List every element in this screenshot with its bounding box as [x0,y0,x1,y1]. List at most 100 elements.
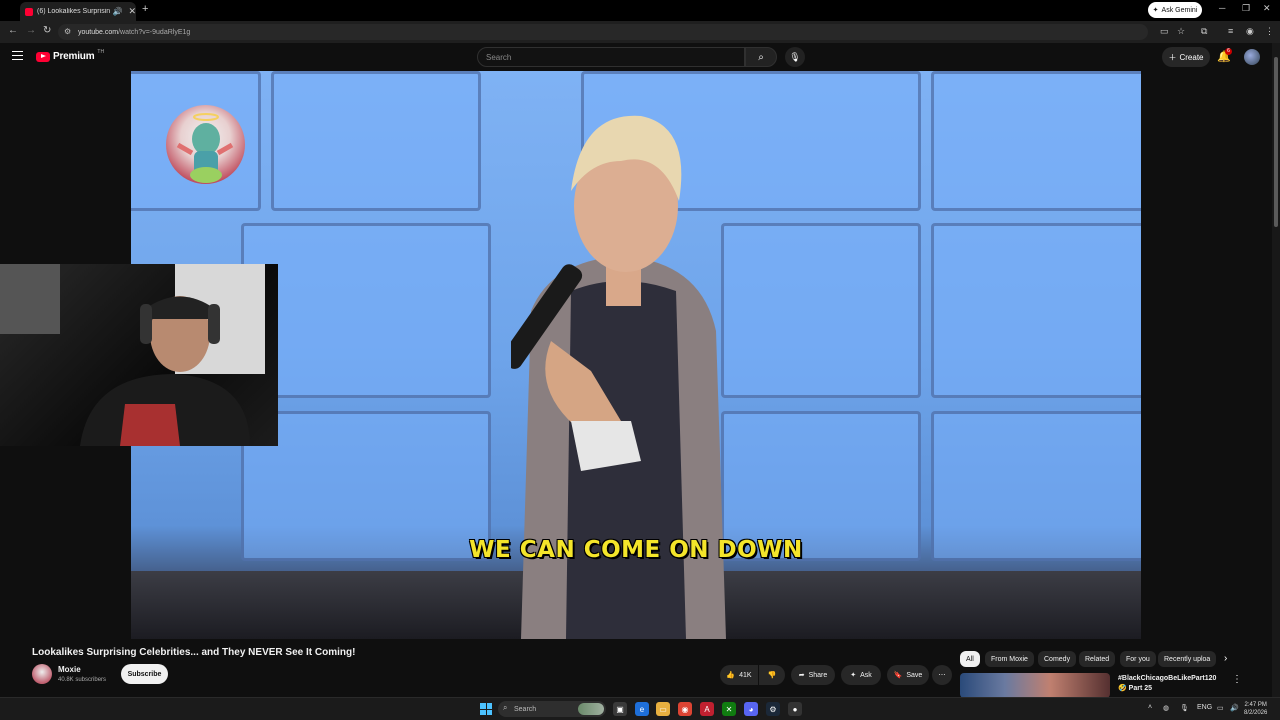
search-button[interactable]: ⌕ [745,47,777,67]
logo-region: TH [97,48,105,55]
ask-label: Ask [860,671,872,679]
reading-list-icon[interactable]: ≡ [1228,26,1233,36]
more-actions-button[interactable]: ⋯ [932,665,952,685]
stage-backdrop-panel [721,223,921,398]
xbox-icon[interactable]: ✕ [722,702,736,716]
network-icon[interactable]: ▭ [1217,704,1224,712]
reload-icon[interactable]: ↻ [43,25,51,36]
menu-icon[interactable] [12,51,23,60]
notification-badge: 6 [1225,48,1232,55]
youtube-favicon-icon [25,7,33,16]
stage-backdrop-panel [271,71,481,211]
chip-related[interactable]: Related [1079,651,1116,667]
url-path: /watch?v=-9udaRlyE1g [118,28,191,36]
minimize-icon[interactable]: ─ [1219,3,1225,13]
steam-icon[interactable]: ⚙ [766,702,780,716]
restore-icon[interactable]: ❐ [1242,3,1250,14]
video-player[interactable]: WE CAN COME ON DOWN [131,71,1141,639]
search-icon: ⌕ [758,51,764,63]
close-window-icon[interactable]: ✕ [1263,3,1271,14]
ask-gemini-label: Ask Gemini [1161,6,1198,14]
profile-icon[interactable]: ◉ [1246,26,1254,37]
close-tab-icon[interactable]: ✕ [128,6,136,17]
stage-backdrop-panel [931,71,1141,211]
channel-name[interactable]: Moxie [58,665,81,674]
back-icon[interactable]: ← [8,25,18,36]
chip-for-you[interactable]: For you [1120,651,1156,667]
search-highlight-icon [578,703,604,715]
speaker-icon[interactable]: 🔊 [112,7,122,16]
edge-icon[interactable]: e [635,702,649,716]
share-label: Share [808,671,828,679]
chip-recently-uploaded[interactable]: Recently uploa [1158,651,1216,667]
chip-comedy[interactable]: Comedy [1038,651,1077,667]
account-avatar[interactable] [1244,49,1260,65]
search-input[interactable]: Search [477,47,745,67]
streamer-figure [0,264,265,446]
clock-date: 8/2/2026 [1244,710,1268,716]
system-clock[interactable]: 2:47 PM 8/2/2026 [1244,701,1267,717]
task-view-icon[interactable]: ▣ [613,702,627,716]
bookmark-icon: 🔖 [893,672,903,679]
stage-backdrop-panel [241,223,491,398]
thumbs-down-icon: 👎 [767,672,777,679]
chip-from-moxie[interactable]: From Moxie [985,651,1034,667]
site-info-icon[interactable]: ⚙ [64,27,71,36]
like-button[interactable]: 👍 41K [720,665,758,685]
voice-search-button[interactable]: 🎙 [785,47,805,67]
stage-backdrop-panel [931,223,1141,398]
youtube-header: Premium TH Search ⌕ 🎙 ＋ Create 🔔 6 [0,43,1280,71]
browser-menu-icon[interactable]: ⋮ [1265,26,1274,37]
ask-gemini-button[interactable]: ✦ Ask Gemini [1148,2,1202,18]
tray-mic-icon[interactable]: 🎙 [1180,704,1189,712]
discord-icon[interactable]: ◕ [744,702,758,716]
subscribe-button[interactable]: Subscribe [121,664,168,684]
language-indicator[interactable]: ENG [1197,704,1212,711]
youtube-logo[interactable]: Premium TH [36,48,105,62]
extensions-icon[interactable]: ⧉ [1201,26,1207,37]
forward-icon[interactable]: → [26,25,36,36]
create-button[interactable]: ＋ Create [1162,47,1210,67]
microphone-icon: 🎙 [789,51,801,62]
search-icon: ⌕ [503,703,508,712]
gemini-sparkle-icon: ✦ [1152,7,1159,14]
like-count: 41K [739,671,752,679]
share-button[interactable]: ➦ Share [791,665,835,685]
page-scrollbar[interactable] [1272,43,1280,697]
tray-chevron-up-icon[interactable]: ˄ [1148,704,1152,711]
channel-avatar[interactable] [32,664,52,684]
address-toolbar: ← → ↻ ⚙ youtube.com/watch?v=-9udaRlyE1g … [0,21,1280,43]
taskbar-search-label: Search [514,705,537,713]
taskbar-search[interactable]: ⌕ Search [498,701,606,717]
windows-start-icon[interactable] [480,703,492,715]
browser-tab-bar: (6) Lookalikes Surprising Ce 🔊 ✕ + ✦ Ask… [0,0,1280,21]
obs-icon[interactable]: ● [788,702,802,716]
file-explorer-icon[interactable]: ▭ [656,702,670,716]
chip-all[interactable]: All [960,651,980,667]
save-button[interactable]: 🔖 Save [887,665,929,685]
new-tab-button[interactable]: + [142,3,148,15]
channel-watermark-avatar [166,105,245,184]
bookmark-star-icon[interactable]: ☆ [1177,26,1185,37]
more-vertical-icon[interactable]: ⋮ [1232,674,1242,685]
dislike-button[interactable]: 👎 [759,665,785,685]
webcam-overlay [0,264,278,446]
video-caption: WE CAN COME ON DOWN [469,537,803,563]
chrome-icon[interactable]: ◉ [678,702,692,716]
recommended-video-thumbnail[interactable] [960,673,1110,698]
youtube-play-icon [36,51,50,62]
url-bar[interactable]: ⚙ youtube.com/watch?v=-9udaRlyE1g [58,24,1148,40]
cast-icon[interactable]: ▭ [1160,26,1169,37]
create-label: Create [1179,52,1204,62]
scrollbar-thumb[interactable] [1274,57,1278,227]
app-a-icon[interactable]: A [700,702,714,716]
volume-icon[interactable]: 🔊 [1230,704,1239,712]
recommended-video-title[interactable]: #BlackChicagoBeLikePart120🤣 Part 25 [1118,674,1223,694]
tray-app-icon[interactable]: ◍ [1163,704,1169,712]
chevron-right-icon[interactable]: › [1224,653,1227,664]
video-title: Lookalikes Surprising Celebrities... and… [32,647,356,658]
windows-taskbar: ⌕ Search ▣ e ▭ ◉ A ✕ ◕ ⚙ ● ˄ ◍ 🎙 ENG ▭ 🔊… [0,697,1280,720]
more-horizontal-icon: ⋯ [938,672,946,679]
ask-button[interactable]: ✦ Ask [841,665,881,685]
browser-tab[interactable]: (6) Lookalikes Surprising Ce 🔊 ✕ [20,2,136,21]
